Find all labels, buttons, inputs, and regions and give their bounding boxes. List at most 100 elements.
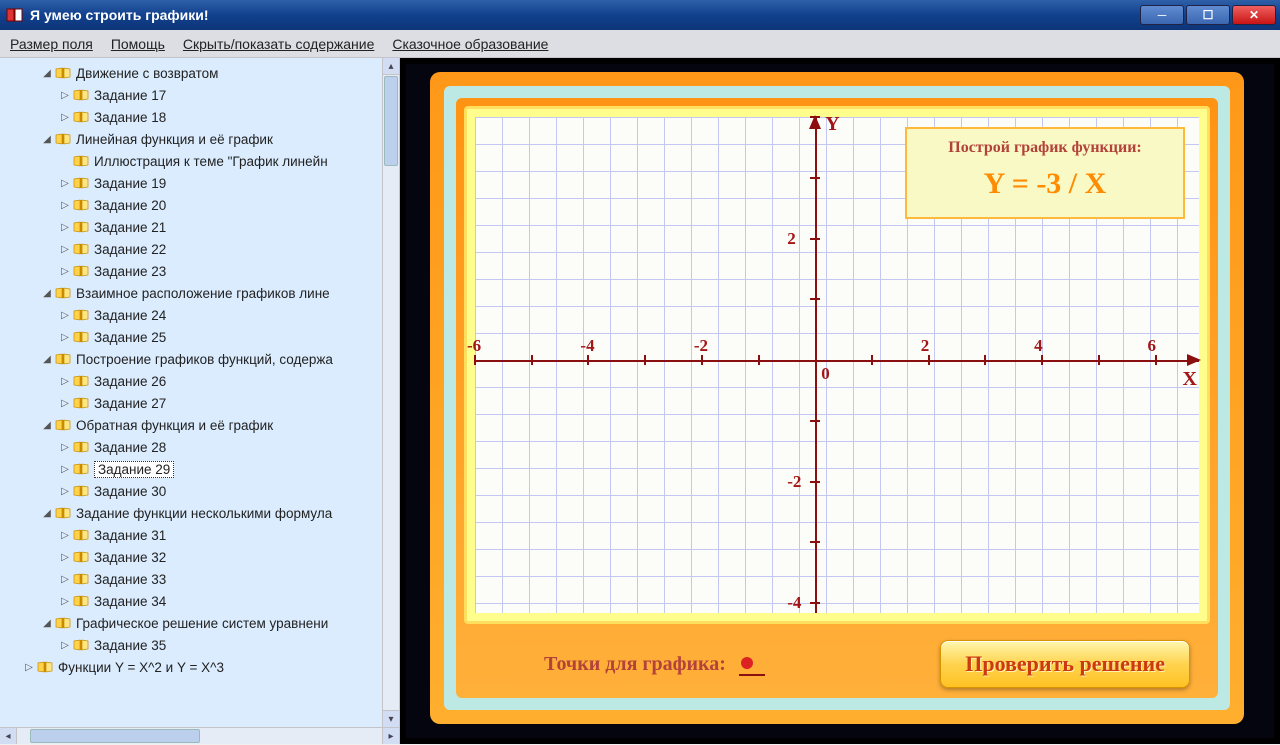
tree-item[interactable]: ▷Задание 21 [6,216,399,238]
collapse-icon[interactable]: ◢ [42,618,52,629]
graph-panel: Y X 0 -6-4-2246 -4-22 Построй график фун… [464,106,1210,624]
tree-item-label: Задание 23 [94,264,166,279]
tree-item-label: Задание 19 [94,176,166,191]
x-axis-arrow-icon [1187,354,1201,366]
x-tick [644,355,646,365]
sidebar-vscroll[interactable]: ▴ ▾ [382,58,399,727]
expand-icon[interactable]: ▷ [60,112,70,123]
collapse-icon[interactable]: ◢ [42,354,52,365]
scroll-up-icon[interactable]: ▴ [383,58,399,75]
tree-view[interactable]: ◢Движение с возвратом▷Задание 17▷Задание… [0,58,399,682]
expand-icon[interactable]: ▷ [60,222,70,233]
book-icon [73,529,89,541]
scroll-right-icon[interactable]: ▸ [382,728,399,744]
tree-item[interactable]: ▷Задание 27 [6,392,399,414]
x-tick-label: -6 [467,336,481,356]
x-tick [1155,355,1157,365]
expand-icon[interactable]: ▷ [60,90,70,101]
tree-item-label: Задание 35 [94,638,166,653]
book-icon [73,551,89,563]
x-tick [701,355,703,365]
menu-field-size[interactable]: Размер поля [10,36,93,52]
collapse-icon[interactable]: ◢ [42,508,52,519]
y-tick [810,602,820,604]
check-solution-button[interactable]: Проверить решение [940,640,1190,688]
menu-help[interactable]: Помощь [111,36,165,52]
expand-icon[interactable]: ▷ [60,310,70,321]
book-icon [73,309,89,321]
tree-item[interactable]: ▷ Задание 18 [6,106,399,128]
tree-item[interactable]: ◢Линейная функция и её график [6,128,399,150]
tree-item[interactable]: ▷Задание 30 [6,480,399,502]
expand-icon[interactable]: ▷ [60,552,70,563]
book-icon [73,221,89,233]
collapse-icon[interactable]: ◢ [42,134,52,145]
minimize-button[interactable]: ─ [1140,5,1184,25]
tree-item[interactable]: ▷Задание 29 [6,458,399,480]
tree-item[interactable]: ◢Взаимное расположение графиков лине [6,282,399,304]
expand-icon[interactable]: ▷ [60,398,70,409]
collapse-icon[interactable]: ◢ [42,288,52,299]
tree-item[interactable]: ▷Задание 25 [6,326,399,348]
coordinate-plane[interactable]: Y X 0 -6-4-2246 -4-22 Построй график фун… [475,117,1199,613]
book-icon [73,441,89,453]
y-tick [810,481,820,483]
tree-item[interactable]: ◢Построение графиков функций, содержа [6,348,399,370]
tree-item[interactable]: ▷Задание 28 [6,436,399,458]
tree-item[interactable]: ▷Функции Y = X^2 и Y = X^3 [6,656,399,678]
expand-icon[interactable]: ▷ [60,640,70,651]
hscroll-thumb[interactable] [30,729,200,743]
tree-item-label: Обратная функция и её график [76,418,273,433]
tree-item[interactable]: ▷ Задание 23 [6,260,399,282]
expand-icon[interactable]: ▷ [60,486,70,497]
sidebar-hscroll[interactable]: ◂ ▸ [0,727,399,744]
expand-icon[interactable]: ▷ [60,332,70,343]
tree-item[interactable]: ▷Задание 22 [6,238,399,260]
maximize-button[interactable]: ☐ [1186,5,1230,25]
expand-icon[interactable]: ▷ [60,178,70,189]
book-icon [73,243,89,255]
expand-icon[interactable]: ▷ [60,442,70,453]
tree-item-label: Задание 17 [94,88,166,103]
tree-item[interactable]: ▷ Задание 19 [6,172,399,194]
tree-item[interactable]: ▷Задание 20 [6,194,399,216]
collapse-icon[interactable]: ◢ [42,420,52,431]
tree-item[interactable]: ▷Задание 32 [6,546,399,568]
tree-item[interactable]: ▷Задание 24 [6,304,399,326]
tree-item[interactable]: ▷Задание 26 [6,370,399,392]
tree-item[interactable]: ▷Задание 34 [6,590,399,612]
y-tick [810,420,820,422]
menu-toggle-toc[interactable]: Скрыть/показать содержание [183,36,374,52]
tree-item[interactable]: ▷ Задание 17 [6,84,399,106]
tree-item[interactable]: ◢Задание функции несколькими формула [6,502,399,524]
tree-item[interactable]: ▷Задание 33 [6,568,399,590]
scroll-thumb[interactable] [384,76,398,166]
expand-icon[interactable]: ▷ [60,200,70,211]
tree-item[interactable]: ◢ Обратная функция и её график [6,414,399,436]
tree-item[interactable]: ▷Задание 31 [6,524,399,546]
scroll-down-icon[interactable]: ▾ [383,710,399,727]
expand-icon[interactable]: ▷ [60,596,70,607]
scroll-left-icon[interactable]: ◂ [0,728,17,744]
close-button[interactable]: ✕ [1232,5,1276,25]
expand-icon[interactable]: ▷ [60,574,70,585]
y-tick [810,541,820,543]
y-tick [810,116,820,118]
tree-item[interactable]: ▷ Задание 35 [6,634,399,656]
menu-fairy-edu[interactable]: Сказочное образование [392,36,548,52]
expand-icon[interactable]: ▷ [60,266,70,277]
expand-icon[interactable]: ▷ [60,376,70,387]
expand-icon[interactable]: ▷ [60,244,70,255]
expand-icon[interactable]: ▷ [24,662,34,673]
expand-icon[interactable]: ▷ [60,530,70,541]
tree-item[interactable]: Иллюстрация к теме "График линейн [6,150,399,172]
points-label: Точки для графика: [484,653,920,676]
tree-item[interactable]: ◢Движение с возвратом [6,62,399,84]
book-icon [55,419,71,431]
book-icon [55,353,71,365]
tree-item[interactable]: ◢Графическое решение систем уравнени [6,612,399,634]
tree-item-label: Задание 18 [94,110,166,125]
expand-icon[interactable]: ▷ [60,464,70,475]
collapse-icon[interactable]: ◢ [42,68,52,79]
y-tick [810,238,820,240]
